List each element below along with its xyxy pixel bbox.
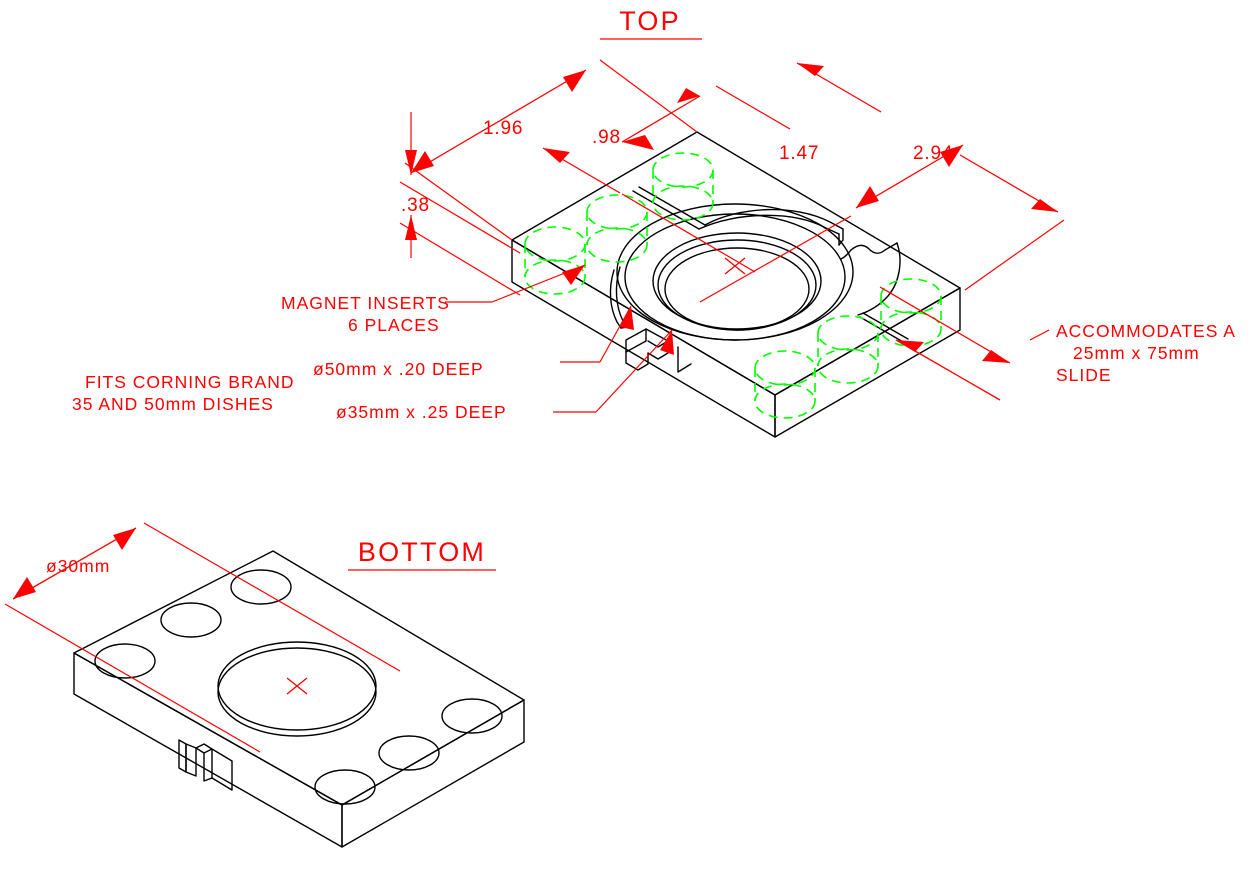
note-magnet-inserts-line2: 6 PLACES bbox=[348, 315, 440, 335]
note-corning-line2: 35 AND 50mm DISHES bbox=[72, 394, 274, 414]
note-corning-line1: FITS CORNING BRAND bbox=[85, 372, 295, 392]
dim-2-94-ext-right bbox=[964, 219, 1065, 291]
bottom-magnet-hole-1 bbox=[230, 569, 292, 605]
magnet-insert-6 bbox=[754, 350, 816, 419]
recess-35mm-pocket bbox=[664, 247, 810, 331]
bottom-view-title: BOTTOM bbox=[358, 537, 486, 567]
dim-value-2-94: 2.94 bbox=[913, 143, 953, 164]
dim-slide-arrow-lower bbox=[896, 340, 924, 352]
magnet-insert-1 bbox=[652, 152, 714, 221]
pocket35-leader-d bbox=[595, 329, 673, 413]
bottom-magnet-hole-2 bbox=[160, 602, 222, 638]
top-view-title: TOP bbox=[619, 6, 681, 36]
bottom-plate-top-face bbox=[73, 550, 525, 806]
dim-0-38-witness-upper bbox=[399, 181, 521, 254]
front-step-notch-inner bbox=[625, 328, 647, 353]
magnet-insert-2 bbox=[586, 194, 648, 263]
magnet-insert-group bbox=[524, 152, 942, 419]
bottom-view-part-geometry bbox=[73, 550, 525, 848]
bottom-view-dimension-group: ø30mm bbox=[4, 522, 401, 753]
dim-0-98-arrow-right bbox=[677, 88, 700, 103]
note-slide-line1: ACCOMMODATES A bbox=[1056, 321, 1236, 341]
note-pocket-50mm: ø50mm x .20 DEEP bbox=[313, 359, 484, 379]
magnet-insert-5 bbox=[817, 315, 879, 384]
dim-1-47-ext-lower bbox=[699, 215, 852, 303]
bottom-magnet-hole-4 bbox=[441, 698, 503, 734]
boss-right-fillet bbox=[857, 242, 901, 316]
dim-0-98-line bbox=[621, 95, 701, 143]
note-slide-line3: SLIDE bbox=[1056, 365, 1112, 385]
dim-value-1-96: 1.96 bbox=[483, 118, 523, 139]
dim-30mm-arrow-upper bbox=[113, 528, 136, 550]
bottom-notch-tab-b bbox=[195, 743, 213, 754]
dim-value-1-47: 1.47 bbox=[779, 143, 819, 164]
dim-2-94-arrow-lower bbox=[1031, 199, 1058, 212]
plate-left-side-face bbox=[511, 239, 776, 438]
bottom-view-center-mark bbox=[286, 677, 308, 695]
dim-1-96-arrow-right bbox=[563, 70, 586, 92]
recess-50mm-pocket-floor bbox=[657, 239, 817, 331]
dim-0-98-arrow-left bbox=[622, 135, 654, 150]
bottom-center-bore-inner bbox=[217, 647, 377, 737]
note-slide-line2: 25mm x 75mm bbox=[1073, 343, 1200, 363]
bottom-magnet-hole-6 bbox=[314, 769, 376, 805]
dim-value-0-38: .38 bbox=[401, 195, 430, 216]
dim-slide-arrow-upper bbox=[982, 350, 1010, 363]
dim-0-98-ext-a bbox=[715, 85, 791, 130]
engineering-drawing-canvas: TOP 1.96 .98 1.47 2.94 .38 MAGNET INSERT… bbox=[4, 6, 1236, 848]
bottom-notch-step-edge bbox=[203, 752, 213, 782]
dim-value-0-98: .98 bbox=[592, 127, 621, 148]
magnet-insert-4 bbox=[880, 278, 942, 347]
bottom-view-title-group: BOTTOM bbox=[348, 537, 496, 571]
top-face-parting-line-right bbox=[859, 316, 906, 344]
boss-notch-profile bbox=[850, 242, 898, 254]
dim-2-94-arrow-upper bbox=[797, 63, 824, 76]
note-pocket-35mm: ø35mm x .25 DEEP bbox=[336, 402, 507, 422]
slide-channel-edge-left bbox=[632, 190, 700, 230]
dim-30mm-arrow-lower bbox=[13, 577, 36, 599]
pocket35-arrow bbox=[660, 330, 674, 355]
magnet-insert-3 bbox=[524, 226, 586, 295]
dim-1-47-arrow-down bbox=[856, 186, 879, 208]
dim-value-30mm: ø30mm bbox=[46, 556, 110, 576]
plate-top-face-outline bbox=[511, 131, 961, 396]
top-view-dimension-lines bbox=[399, 59, 1065, 413]
top-view-part-geometry bbox=[511, 131, 961, 438]
note-magnet-inserts-line1: MAGNET INSERTS bbox=[281, 293, 450, 313]
top-view-text-group: 1.96 .98 1.47 2.94 .38 MAGNET INSERTS 6 … bbox=[72, 118, 1236, 422]
bottom-notch-step bbox=[211, 748, 233, 791]
accommodates-leader bbox=[1029, 329, 1050, 341]
top-view-title-group: TOP bbox=[600, 6, 702, 40]
bottom-plate-right-face bbox=[341, 699, 525, 848]
top-face-parting-line-right-2 bbox=[862, 312, 909, 340]
dim-0-38-witness-lower bbox=[399, 222, 521, 296]
bottom-magnet-hole-5 bbox=[378, 735, 440, 771]
front-step-riser bbox=[677, 346, 692, 373]
magnet-note-arrow bbox=[562, 265, 585, 285]
